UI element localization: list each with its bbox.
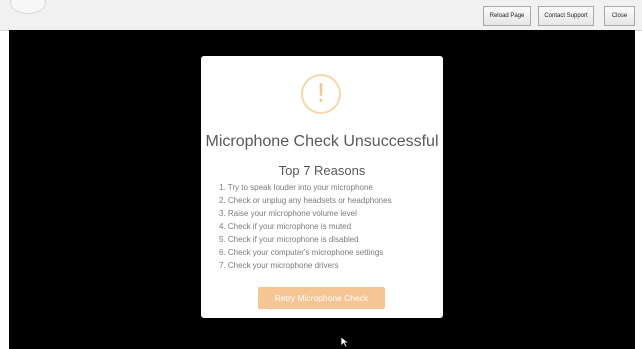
reload-page-button[interactable]: Reload Page (483, 6, 531, 26)
exclamation-glyph: ! (315, 79, 327, 109)
reason-item: 6. Check your computer's microphone sett… (219, 248, 384, 257)
close-button[interactable]: Close (604, 6, 635, 26)
warning-icon: ! (301, 74, 341, 114)
reason-item: 5. Check if your microphone is disabled (219, 235, 359, 244)
reason-item: 7. Check your microphone drivers (219, 261, 339, 270)
retry-microphone-check-button[interactable]: Retry Microphone Check (258, 287, 385, 309)
reason-item: 1. Try to speak louder into your microph… (219, 183, 373, 192)
microphone-check-dialog: ! Microphone Check Unsuccessful Top 7 Re… (201, 56, 443, 318)
app-window: Reload Page Contact Support Close ! Micr… (0, 0, 642, 349)
reasons-list: 1. Try to speak louder into your microph… (219, 181, 392, 272)
dialog-title: Microphone Check Unsuccessful (205, 133, 439, 150)
reasons-heading: Top 7 Reasons (278, 163, 366, 178)
reason-item: 3. Raise your microphone volume level (219, 209, 357, 218)
mouse-cursor-icon (340, 336, 350, 348)
reason-item: 4. Check if your microphone is muted (219, 222, 352, 231)
app-logo (10, 0, 46, 14)
top-toolbar: Reload Page Contact Support Close (0, 0, 642, 31)
reason-item: 2. Check or unplug any headsets or headp… (219, 196, 392, 205)
contact-support-button[interactable]: Contact Support (538, 6, 594, 26)
